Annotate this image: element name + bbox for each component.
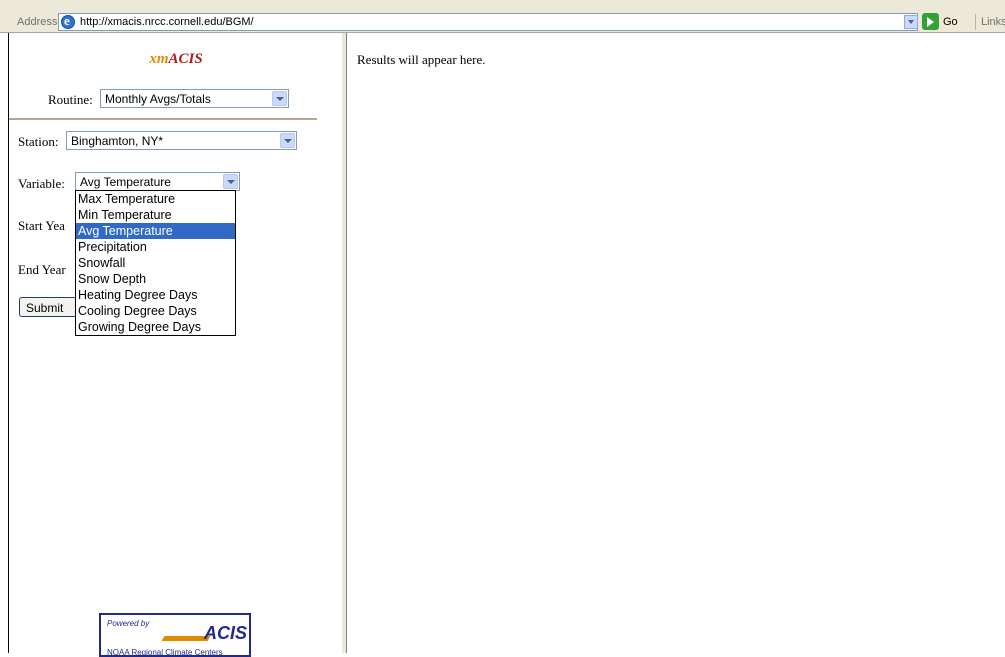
start-year-label: Start Yea <box>18 218 65 233</box>
station-label: Station: <box>18 134 59 149</box>
address-label: Address <box>17 16 58 28</box>
submit-button[interactable]: Submit <box>19 297 77 317</box>
chevron-down-icon[interactable] <box>272 91 287 106</box>
app-title-main: ACIS <box>168 51 203 67</box>
results-frame: Results will appear here. <box>347 33 1005 653</box>
app-title-prefix: xm <box>149 51 169 67</box>
logo-powered-by: Powered by <box>107 619 150 628</box>
station-select-value: Binghamton, NY* <box>71 134 164 148</box>
station-select[interactable]: Binghamton, NY* <box>66 131 297 150</box>
variable-select-value: Avg Temperature <box>80 175 171 189</box>
logo-name: ACIS <box>204 623 248 643</box>
variable-select[interactable]: Avg Temperature <box>75 172 240 191</box>
variable-option[interactable]: Precipitation <box>76 239 235 255</box>
address-bar: Address http://xmacis.nrcc.cornell.edu/B… <box>0 0 1005 33</box>
acis-logo[interactable]: Powered by ACIS NOAA Regional Climate Ce… <box>99 613 251 657</box>
variable-option[interactable]: Heating Degree Days <box>76 287 235 303</box>
app-title: xmACIS <box>9 51 343 68</box>
variable-option[interactable]: Snow Depth <box>76 271 235 287</box>
address-input[interactable]: http://xmacis.nrcc.cornell.edu/BGM/ <box>58 13 918 31</box>
routine-label: Routine: <box>48 92 93 107</box>
variable-dropdown-list: Max Temperature Min Temperature Avg Temper… <box>75 190 236 336</box>
variable-option[interactable]: Max Temperature <box>76 191 235 207</box>
routine-select[interactable]: Monthly Avgs/Totals <box>100 89 289 108</box>
go-arrow-icon[interactable] <box>922 13 939 30</box>
go-button[interactable]: Go <box>943 16 958 28</box>
variable-option[interactable]: Avg Temperature <box>76 223 235 239</box>
chevron-down-icon[interactable] <box>280 133 295 148</box>
left-frame: xmACIS Routine: Monthly Avgs/Totals Stat… <box>8 33 344 657</box>
routine-select-value: Monthly Avgs/Totals <box>105 92 211 106</box>
variable-label: Variable: <box>18 176 65 191</box>
variable-option[interactable]: Snowfall <box>76 255 235 271</box>
variable-option[interactable]: Cooling Degree Days <box>76 303 235 319</box>
toolbar-separator <box>975 14 976 30</box>
address-history-dropdown-icon[interactable] <box>904 15 918 29</box>
results-placeholder: Results will appear here. <box>357 52 486 67</box>
variable-option[interactable]: Growing Degree Days <box>76 319 235 335</box>
links-button[interactable]: Links <box>981 16 1005 28</box>
variable-option[interactable]: Min Temperature <box>76 207 235 223</box>
address-url[interactable]: http://xmacis.nrcc.cornell.edu/BGM/ <box>80 16 254 28</box>
end-year-label: End Year <box>18 262 66 277</box>
chevron-down-icon[interactable] <box>223 174 238 189</box>
page-icon <box>61 13 75 29</box>
divider <box>9 118 317 120</box>
